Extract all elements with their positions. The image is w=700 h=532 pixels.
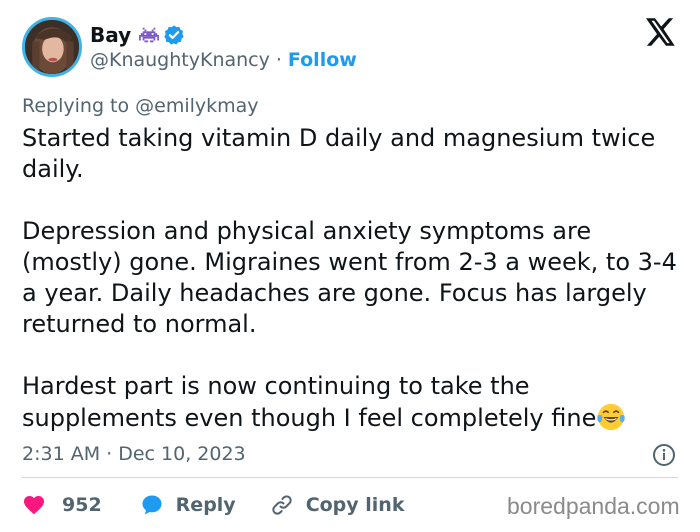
watermark: boredpanda.com [507,493,680,519]
x-logo-icon[interactable] [646,18,676,46]
avatar[interactable] [22,17,82,77]
user-handle[interactable]: @KnaughtyKnancy [90,49,270,71]
name-row: Bay [90,22,185,48]
tweet-paragraph-3: Hardest part is now continuing to take t… [22,371,682,434]
divider [22,477,678,478]
profile-photo [25,20,79,74]
copy-link-label: Copy link [305,494,405,516]
action-bar: 952 Reply Copy link [22,490,404,520]
handle-row: @KnaughtyKnancy · Follow [90,49,357,71]
verified-badge-icon [164,25,184,45]
speech-bubble-icon [142,495,162,515]
replying-to[interactable]: Replying to @emilykmay [22,95,259,117]
tweet-paragraph-3-text: Hardest part is now continuing to take t… [22,372,597,432]
tears-of-joy-emoji [597,403,626,431]
heart-icon [24,496,44,515]
display-name[interactable]: Bay [90,23,131,47]
tweet-text: Started taking vitamin D daily and magne… [22,123,682,434]
tweet-timestamp[interactable]: 2:31 AM · Dec 10, 2023 [22,443,246,465]
space-invader-emoji [139,27,160,43]
link-icon [272,495,292,515]
follow-button[interactable]: Follow [288,49,357,71]
tweet-card: Bay @KnaughtyKnancy · Follow Replying to… [0,0,700,532]
tweet-paragraph-1: Started taking vitamin D daily and magne… [22,124,656,183]
reply-button[interactable]: Reply [140,493,236,517]
reply-label: Reply [175,494,236,516]
info-icon[interactable] [652,443,676,467]
tweet-paragraph-2: Depression and physical anxiety symptoms… [22,217,677,338]
like-count: 952 [62,494,102,516]
separator-dot: · [275,49,282,71]
like-button[interactable]: 952 [22,493,102,517]
copy-link-button[interactable]: Copy link [270,493,405,517]
